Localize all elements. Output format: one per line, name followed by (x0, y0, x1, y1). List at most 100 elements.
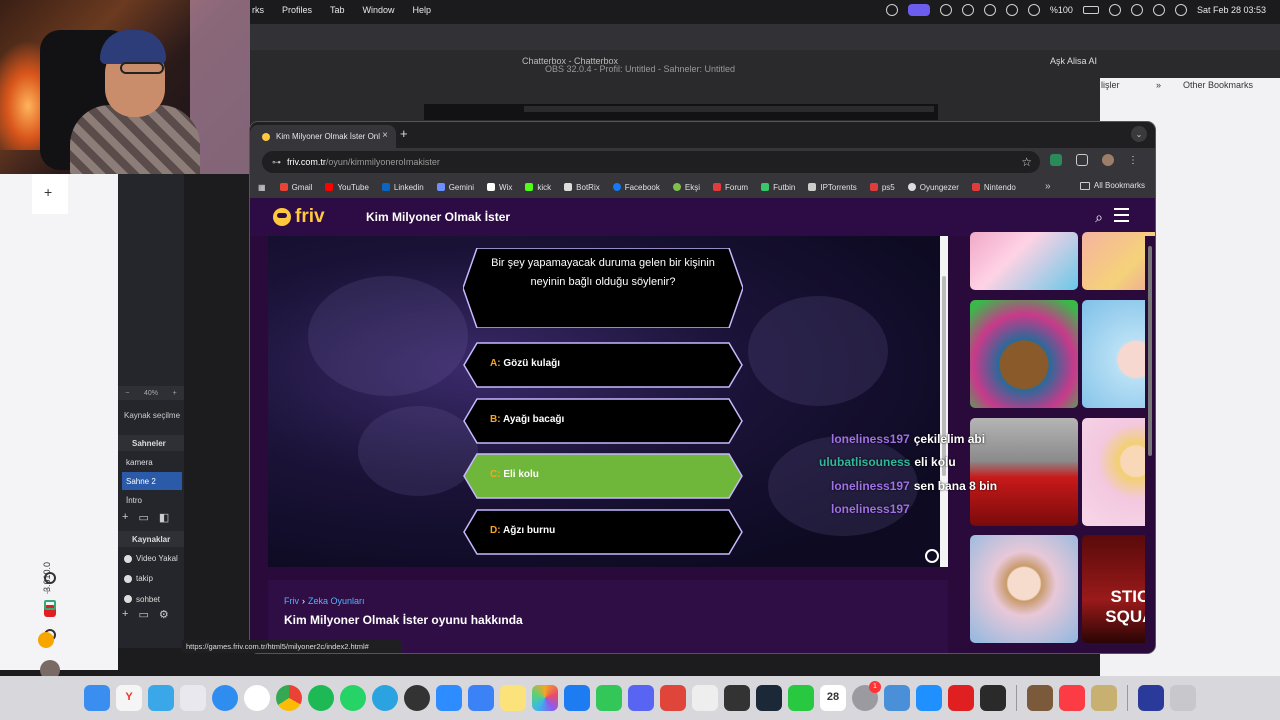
discord-icon[interactable] (628, 685, 654, 711)
bookmark-iptorrents[interactable]: IPTorrents (808, 183, 857, 192)
bookmark-linkedin[interactable]: Linkedin (381, 183, 424, 192)
compass-icon[interactable] (961, 4, 974, 16)
obs-icon[interactable] (404, 685, 430, 711)
zoom-out-button[interactable]: − (125, 390, 129, 397)
chrome-icon[interactable] (276, 685, 302, 711)
cloud-icon[interactable] (885, 4, 898, 16)
menubar-clock[interactable]: Sat Feb 28 03:53 (1197, 5, 1266, 15)
menu-bookmarks[interactable]: rks (252, 5, 264, 15)
answer-c-button[interactable]: C: Eli kolu (463, 453, 743, 499)
steam-icon[interactable] (756, 685, 782, 711)
sidebar-app-icon[interactable] (148, 685, 174, 711)
bookmark-eksi[interactable]: Ekşi (672, 183, 700, 192)
system-settings-icon[interactable]: 1 (852, 681, 881, 711)
profile-avatar[interactable] (1102, 154, 1114, 166)
baby-hazel-game-thumb[interactable] (970, 535, 1078, 643)
makeup-game-thumb[interactable] (970, 232, 1078, 290)
bookmark-nintendo[interactable]: Nintendo (971, 183, 1016, 192)
play-icon[interactable] (1005, 4, 1018, 16)
control-center-icon[interactable] (1152, 4, 1165, 16)
game-settings-icon[interactable] (925, 549, 939, 563)
car-game-thumb[interactable] (970, 418, 1078, 526)
messages-icon[interactable] (596, 685, 622, 711)
yandex-icon[interactable]: Y (116, 685, 142, 711)
add-source-button[interactable]: + (122, 608, 128, 620)
game-frame[interactable]: Bir şey yapamayacak duruma gelen bir kiş… (268, 236, 948, 567)
bookmark-gmail[interactable]: Gmail (279, 183, 312, 192)
arc-icon[interactable] (468, 685, 494, 711)
facetime-icon[interactable] (788, 685, 814, 711)
safari-icon[interactable] (212, 685, 238, 711)
battery-icon[interactable] (1082, 6, 1099, 14)
music-icon[interactable] (1059, 685, 1085, 711)
add-icon[interactable]: + (44, 184, 52, 200)
preview-icon[interactable] (884, 685, 910, 711)
hotspot-icon[interactable] (38, 632, 54, 648)
altstore-icon[interactable] (692, 685, 718, 711)
bookmark-ps5[interactable]: ps5 (869, 183, 895, 192)
site-info-icon[interactable]: ⊶ (272, 157, 281, 168)
search-icon[interactable]: ⌕ (1095, 209, 1103, 226)
bookmark-kick[interactable]: kick (525, 183, 551, 192)
answer-b-button[interactable]: B: Ayağı bacağı (463, 398, 743, 444)
close-tab-icon[interactable]: × (382, 130, 388, 141)
extension-icon[interactable] (1050, 154, 1062, 166)
active-tab[interactable]: Kim Milyoner Olmak İster Onl × (250, 125, 396, 148)
apps-grid-icon[interactable]: ▦ (258, 183, 266, 192)
sun-icon[interactable] (44, 572, 56, 584)
bookmark-gemini[interactable]: Gemini (436, 183, 474, 192)
archive-icon[interactable] (1091, 685, 1117, 711)
friv-logo[interactable]: friv (273, 206, 325, 228)
menu-profiles[interactable]: Profiles (282, 5, 312, 15)
zoom-in-button[interactable]: + (173, 390, 177, 397)
menu-window[interactable]: Window (363, 5, 395, 15)
league-icon[interactable] (1027, 685, 1053, 711)
zoom-icon[interactable] (436, 685, 462, 711)
screen-recording-icon[interactable] (907, 4, 930, 16)
other-bookmarks-label[interactable]: Other Bookmarks (1183, 80, 1253, 90)
notes-icon[interactable] (500, 685, 526, 711)
bookmark-star-icon[interactable]: ☆ (1021, 155, 1032, 169)
spotify-icon[interactable] (308, 685, 334, 711)
photos-icon[interactable] (532, 685, 558, 711)
source-item[interactable]: takip (124, 574, 153, 583)
app-store-icon[interactable] (564, 685, 590, 711)
source-settings-button[interactable]: ⚙ (159, 608, 169, 621)
answer-a-button[interactable]: A: Gözü kulağı (463, 342, 743, 388)
tab-search-chevron-icon[interactable]: ⌄ (1131, 126, 1147, 142)
more-menu-icon[interactable]: ⋮ (1128, 155, 1138, 166)
capcut-alt-icon[interactable] (980, 685, 1006, 711)
breadcrumb-zeka-oyunlari[interactable]: Zeka Oyunları (308, 596, 365, 606)
siri-icon[interactable] (1174, 4, 1187, 16)
scene-item[interactable]: Sahne 2 (122, 472, 182, 490)
bookmark-youtube[interactable]: YouTube (325, 183, 369, 192)
menu-tab[interactable]: Tab (330, 5, 345, 15)
trash-icon[interactable] (1170, 685, 1196, 711)
pou-hair-game-thumb[interactable] (970, 300, 1078, 408)
new-tab-button[interactable]: + (400, 126, 408, 141)
wifi-icon[interactable] (1108, 4, 1121, 16)
source-item[interactable]: sohbet (124, 594, 160, 604)
bookmark-forum[interactable]: Forum (712, 183, 748, 192)
finder-icon[interactable] (84, 685, 110, 711)
user-icon[interactable] (1027, 4, 1040, 16)
remove-source-button[interactable]: ▭ (138, 608, 148, 621)
search-icon[interactable] (1130, 4, 1143, 16)
capcut-icon[interactable] (660, 685, 686, 711)
all-bookmarks[interactable]: All Bookmarks (1079, 181, 1145, 190)
bookmarks-overflow-icon[interactable]: » (1045, 181, 1051, 192)
page-scrollbar[interactable] (1145, 236, 1155, 653)
bookmark-wix[interactable]: Wix (487, 183, 512, 192)
bookmark-botrix[interactable]: BotRix (564, 183, 600, 192)
breadcrumb-friv[interactable]: Friv (284, 596, 299, 606)
menu-help[interactable]: Help (413, 5, 432, 15)
activity-icon[interactable] (983, 4, 996, 16)
headphones-icon[interactable] (939, 4, 952, 16)
whatsapp-icon[interactable] (340, 685, 366, 711)
source-item[interactable]: Video Yakal (124, 554, 178, 563)
telegram-icon[interactable] (372, 685, 398, 711)
plus-icon[interactable]: + (44, 584, 56, 598)
other-bookmarks[interactable]: lişler » Other Bookmarks (1101, 80, 1253, 90)
launchpad-icon[interactable] (180, 685, 206, 711)
game-scrollbar-thumb[interactable] (942, 276, 946, 476)
